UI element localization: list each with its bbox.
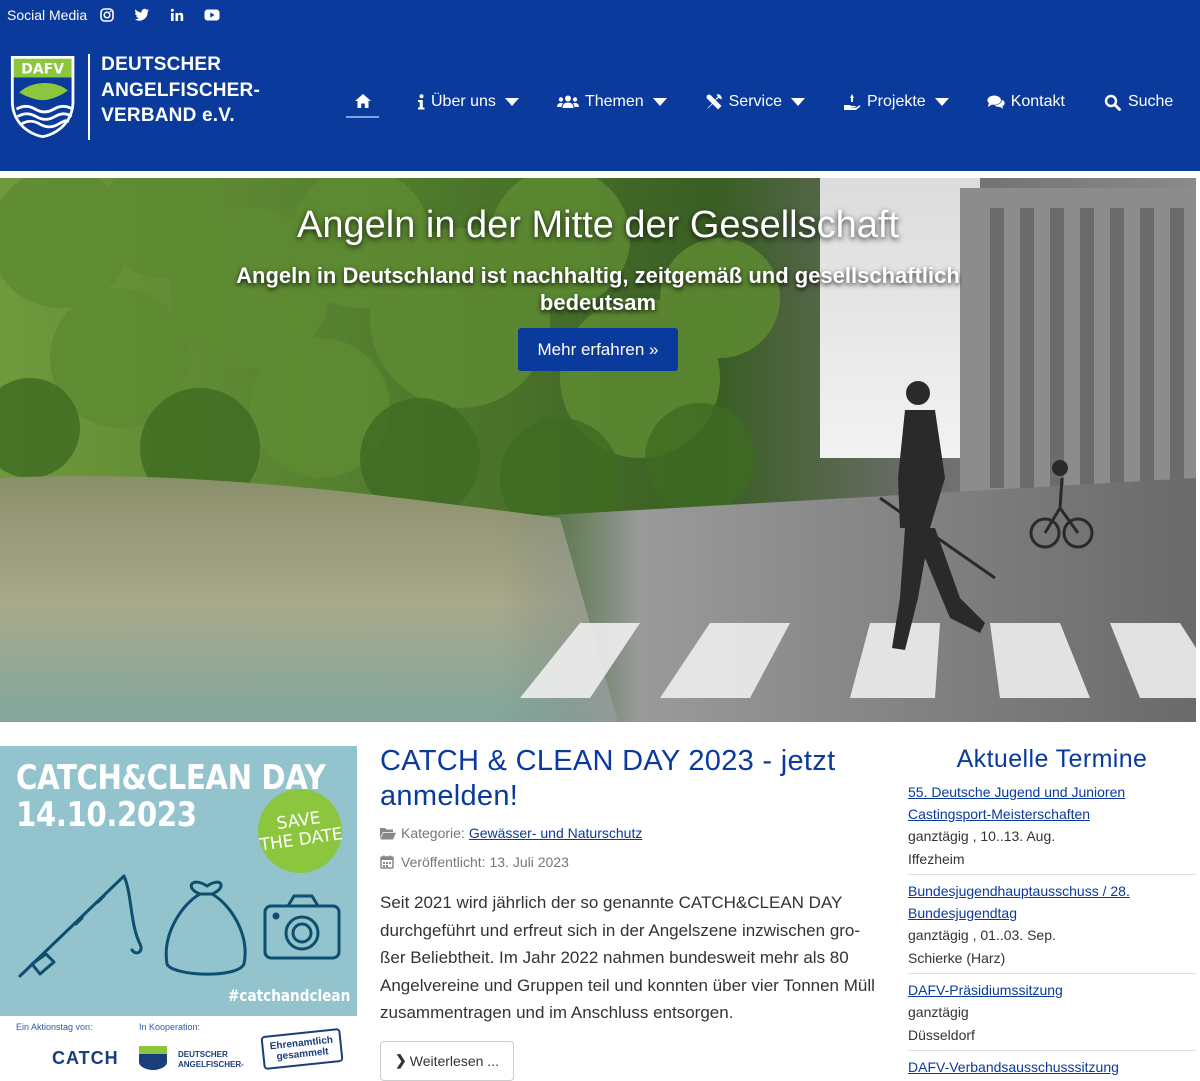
youtube-icon[interactable] (204, 7, 220, 23)
site-header: Social Media DAFV DEUTSCHER ANGELFISCHER… (0, 0, 1200, 171)
event-item: DAFV-Präsidiumssitzung ganztägig Düsseld… (908, 974, 1196, 1051)
strip-catch-logo: CATCH (52, 1048, 119, 1068)
chevron-down-icon (504, 98, 519, 106)
logo-divider (88, 54, 91, 140)
twitter-icon[interactable] (134, 7, 150, 23)
instagram-icon[interactable] (99, 7, 115, 23)
nav-ueber-uns-label: Über uns (431, 93, 496, 110)
strip-organizer-label: Ein Aktionstag von: (16, 1022, 93, 1032)
event-time: ganztägig (908, 1004, 969, 1020)
read-more-button[interactable]: ❯ Weiterlesen ... (380, 1040, 514, 1081)
hero-banner: Angeln in der Mitte der Gesellschaft Ang… (0, 171, 1196, 722)
read-more-label: Weiterlesen ... (409, 1052, 499, 1069)
event-location: Iffezheim (908, 851, 965, 867)
hero-more-button[interactable]: Mehr erfahren » (518, 328, 678, 371)
logo-line-2: ANGELFISCHER- (101, 79, 260, 101)
event-time: ganztägig , 10..13. Aug. (908, 828, 1056, 844)
event-item: DAFV-Verbandsausschusssitzung (908, 1051, 1196, 1081)
social-label: Social Media (7, 7, 88, 23)
hero-title: Angeln in der Mitte der Gesellschaft (297, 204, 899, 246)
logo-badge-text: DAFV (21, 62, 64, 78)
events-sidebar: Aktuelle Termine 55. Deutsche Jugend und… (908, 742, 1196, 1081)
main-nav: Über uns Themen Service Projekte Kontakt… (346, 86, 1173, 118)
logo-wordmark: DEUTSCHER ANGELFISCHER- VERBAND e.V. (101, 52, 260, 142)
events-heading: Aktuelle Termine (956, 745, 1148, 773)
users-icon (556, 93, 579, 111)
event-location: Düsseldorf (908, 1027, 975, 1043)
catch-clean-promo-image[interactable]: CATCH&CLEAN DAY 14.10.2023 SAVE THE DATE… (0, 746, 357, 1070)
event-link[interactable]: 55. Deutsche Jugend und Junioren Casting… (908, 781, 1196, 825)
event-item: 55. Deutsche Jugend und Junioren Casting… (908, 776, 1196, 875)
strip-dafv-line2: ANGELFISCHER- (178, 1060, 244, 1069)
published-date: Veröffentlicht: 13. Juli 2023 (401, 854, 569, 870)
nav-service[interactable]: Service (705, 86, 805, 118)
dafv-logo-icon: DAFV (10, 55, 75, 139)
promo-hashtag: #catchandclean (228, 986, 351, 1005)
tools-icon (705, 93, 723, 111)
social-bar: Social Media (7, 4, 239, 26)
event-item: Bundesjugendhauptausschuss / 28. Bundesj… (908, 875, 1196, 974)
promo-title-line1: CATCH&CLEAN DAY (16, 758, 326, 798)
chat-icon (987, 93, 1005, 111)
featured-article: CATCH & CLEAN DAY 2023 - jetzt anmelden!… (380, 744, 880, 1081)
info-icon (417, 93, 425, 111)
strip-dafv-text: DEUTSCHER ANGELFISCHER- (178, 1050, 244, 1070)
strip-volunteer-badge: Ehrenamtlich gesammelt (260, 1027, 344, 1070)
strip-dafv-line1: DEUTSCHER (178, 1050, 228, 1059)
calendar-icon (380, 855, 396, 869)
article-body: Seit 2021 wird jährlich der so genannte … (380, 893, 875, 1022)
promo-illustration (18, 874, 341, 978)
event-location: Schierke (Harz) (908, 950, 1006, 966)
article-published: Veröffentlicht: 13. Juli 2023 (380, 852, 880, 872)
article-category: Kategorie: Gewässer- und Naturschutz (380, 823, 880, 843)
nav-themen-label: Themen (584, 93, 644, 110)
nav-service-label: Service (728, 93, 782, 110)
event-link[interactable]: DAFV-Präsidiumssitzung (908, 979, 1196, 1001)
nav-ueber-uns[interactable]: Über uns (417, 86, 519, 118)
nav-projekte[interactable]: Projekte (843, 86, 949, 118)
strip-cooperation-label: In Kooperation: (139, 1022, 201, 1032)
chevron-right-icon: ❯ (395, 1052, 407, 1068)
search-icon (1104, 93, 1122, 111)
category-link[interactable]: Gewässer- und Naturschutz (469, 825, 643, 841)
promo-sponsor-strip: Ein Aktionstag von: In Kooperation: CATC… (0, 1016, 357, 1070)
event-time: ganztägig , 01..03. Sep. (908, 927, 1056, 943)
nav-suche[interactable]: Suche (1104, 86, 1173, 118)
site-logo[interactable]: DAFV DEUTSCHER ANGELFISCHER- VERBAND e.V… (10, 52, 260, 142)
nav-suche-label: Suche (1127, 93, 1174, 110)
camera-icon (263, 894, 341, 960)
hand-icon (843, 93, 861, 111)
logo-line-1: DEUTSCHER (101, 54, 222, 75)
article-title[interactable]: CATCH & CLEAN DAY 2023 - jetzt anmelden! (380, 744, 880, 814)
nav-projekte-label: Projekte (866, 93, 926, 110)
event-link[interactable]: Bundesjugendhauptausschuss / 28. Bundesj… (908, 880, 1196, 924)
category-label: Kategorie: (401, 825, 465, 841)
nav-themen[interactable]: Themen (556, 86, 667, 118)
event-link[interactable]: DAFV-Verbandsausschusssitzung (908, 1056, 1196, 1078)
chevron-down-icon (934, 98, 949, 106)
nav-kontakt[interactable]: Kontakt (987, 86, 1065, 118)
nav-home[interactable] (346, 86, 379, 118)
chevron-down-icon (652, 98, 667, 106)
folder-open-icon (380, 826, 396, 840)
linkedin-icon[interactable] (169, 7, 185, 23)
hero-background-image (0, 178, 1196, 722)
home-icon (354, 92, 372, 110)
fishing-rod-icon (18, 874, 143, 978)
chevron-down-icon (790, 98, 805, 106)
logo-line-3: VERBAND e.V. (101, 105, 235, 126)
garbage-bag-icon (164, 880, 247, 976)
nav-kontakt-label: Kontakt (1010, 93, 1065, 110)
hero-subtitle: Angeln in Deutschland ist nachhaltig, ze… (236, 263, 960, 315)
dafv-mini-logo-icon (139, 1046, 167, 1070)
